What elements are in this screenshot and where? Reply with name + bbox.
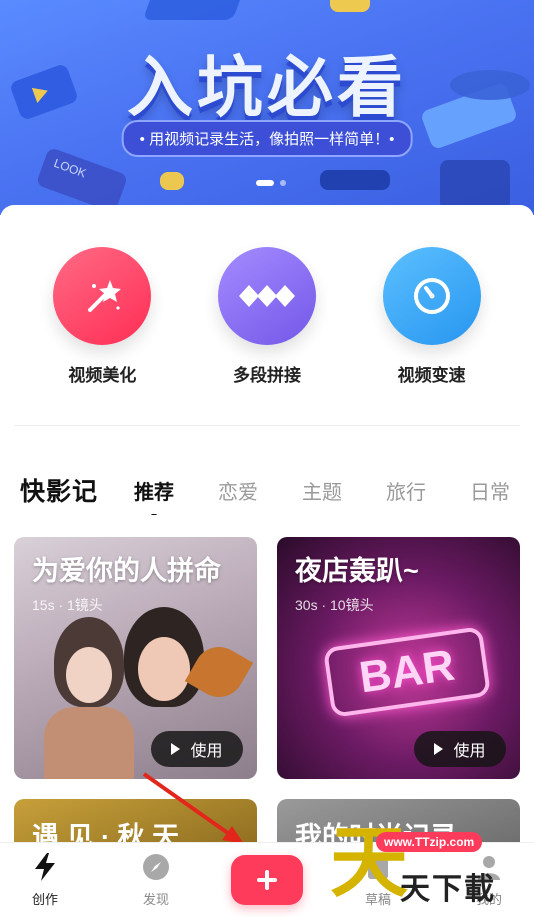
tool-multi-merge[interactable]: 多段拼接 xyxy=(207,247,327,386)
use-label: 使用 xyxy=(453,743,486,760)
box-deco xyxy=(330,0,370,12)
tool-video-speed[interactable]: 视频变速 xyxy=(372,247,492,386)
annotation-arrow xyxy=(142,772,244,844)
plus-icon xyxy=(257,870,277,890)
box-deco-2 xyxy=(440,160,510,210)
tab-travel[interactable]: 旅行 xyxy=(386,476,426,505)
watermark-url: www.TTzip.com xyxy=(376,832,483,852)
banner-pagination xyxy=(256,180,286,186)
magic-wand-icon xyxy=(53,247,152,345)
template-card[interactable]: BAR 夜店轰趴~ 30s · 10镜头 使用 xyxy=(277,537,520,779)
card-title: 为爱你的人拼命 xyxy=(32,556,221,586)
book-deco-text: LOOK xyxy=(51,155,89,181)
create-fab[interactable] xyxy=(231,855,303,905)
speedometer-icon xyxy=(382,247,481,345)
scissors-deco xyxy=(320,170,390,190)
nav-create[interactable]: 创作 xyxy=(10,853,80,908)
tool-label: 视频变速 xyxy=(397,366,466,385)
cube-deco xyxy=(160,172,184,190)
category-tabs: 快影记 推荐 恋爱 主题 旅行 日常 xyxy=(0,465,534,515)
use-button[interactable]: 使用 xyxy=(151,731,243,767)
tab-love[interactable]: 恋爱 xyxy=(218,476,258,505)
tab-theme[interactable]: 主题 xyxy=(302,476,342,505)
watermark: 天 www.TTzip.com 天下載 xyxy=(330,818,520,908)
main-panel: 视频美化 多段拼接 视频变速 快影记 推荐 恋爱 主题 旅行 日常 为爱你的人拼… xyxy=(0,205,534,859)
banner-title: 入坑必看 xyxy=(127,49,407,126)
watermark-text: 天下載 xyxy=(400,872,496,907)
card-title: 夜店轰趴~ xyxy=(295,556,419,586)
app-logo: 快影记 xyxy=(20,477,99,506)
tab-daily[interactable]: 日常 xyxy=(470,476,510,505)
tool-video-beautify[interactable]: 视频美化 xyxy=(42,247,162,386)
pagination-dot xyxy=(280,180,286,186)
nav-discover[interactable]: 发现 xyxy=(121,853,191,908)
top-banner[interactable]: LOOK 入坑必看 • 用视频记录生活，像拍照一样简单！• xyxy=(0,0,534,215)
tool-label: 多段拼接 xyxy=(232,366,301,385)
tab-recommend[interactable]: 推荐 xyxy=(134,476,174,505)
nav-label: 创作 xyxy=(31,892,58,907)
face-thumbnail-2 xyxy=(138,637,190,701)
play-icon xyxy=(171,743,181,755)
neon-sign: BAR xyxy=(322,626,492,718)
pagination-dot-active xyxy=(256,180,274,186)
film-deco xyxy=(142,0,248,20)
play-icon xyxy=(434,743,444,755)
book-deco: LOOK xyxy=(35,146,129,214)
diamond-chain-icon xyxy=(217,247,316,345)
face-thumbnail xyxy=(66,647,112,703)
lightning-icon xyxy=(35,853,55,881)
use-label: 使用 xyxy=(190,743,223,760)
card-meta: 15s · 1镜头 xyxy=(32,597,103,613)
compass-icon xyxy=(143,854,169,880)
card-meta: 30s · 10镜头 xyxy=(295,597,374,613)
tool-row: 视频美化 多段拼接 视频变速 xyxy=(0,247,534,386)
nav-label: 发现 xyxy=(142,892,169,907)
tool-label: 视频美化 xyxy=(68,366,137,385)
use-button[interactable]: 使用 xyxy=(414,731,506,767)
divider xyxy=(14,425,520,426)
neon-sign-text: BAR xyxy=(356,640,458,703)
banner-subtitle: • 用视频记录生活，像拍照一样简单！• xyxy=(121,120,413,157)
template-card[interactable]: 为爱你的人拼命 15s · 1镜头 使用 xyxy=(14,537,257,779)
coat-thumbnail xyxy=(44,707,134,779)
